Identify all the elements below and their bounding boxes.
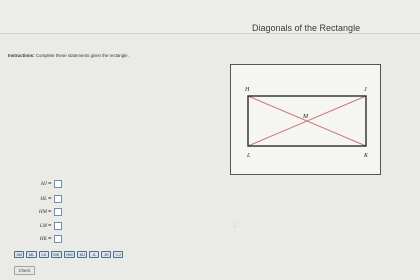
instructions-label: Instructions: [8,53,35,58]
answer-box-hl[interactable] [53,195,62,203]
statement-label: HM [38,209,47,215]
answer-box-hk[interactable] [53,235,62,243]
statement-label: LM [39,223,47,229]
choice-chip-jk[interactable]: JK [101,251,112,258]
answer-box-hj[interactable] [53,180,62,188]
choice-chip-mj[interactable]: MJ [77,251,88,258]
equals-sign: = [48,209,52,215]
instructions: Instructions: Complete these statements … [8,53,129,58]
equals-sign: = [48,223,52,229]
statement-row-hk: HK = [30,234,62,244]
statement-row-hj: HJ = [30,179,62,189]
choice-chip-jl[interactable]: JL [89,251,100,258]
statement-row-hl: HL = [30,194,62,204]
statement-label: HL [40,196,47,202]
text-cursor-icon: ⌶ [233,223,237,229]
choice-chip-ml[interactable]: ML [26,251,37,258]
check-button[interactable]: Check [14,266,35,275]
vertex-label-l: L [246,153,251,159]
page-title: Diagonals of the Rectangle [252,23,361,33]
vertex-label-j: J [364,87,367,93]
choice-chip-lk[interactable]: LK [38,251,49,258]
choice-chip-hm[interactable]: HM [63,251,76,258]
choice-chip-lj[interactable]: LJ [113,251,124,258]
equals-sign: = [48,196,52,202]
vertex-label-h: H [244,87,250,93]
rectangle-figure: H J L K M [230,64,381,175]
instructions-text: Complete these statements given the rect… [35,53,129,58]
statement-label: HK [39,236,47,242]
statement-row-hm: HM = [30,207,62,217]
equals-sign: = [48,181,52,187]
answer-box-lm[interactable] [53,222,62,230]
answer-choice-tray: JM ML LK MK HM MJ JL JK LJ [14,251,124,258]
equals-sign: = [48,236,52,242]
statement-row-lm: LM = [30,221,62,231]
choice-chip-mk[interactable]: MK [50,251,62,258]
statement-label: HJ [40,181,47,187]
answer-box-hm[interactable] [53,208,62,216]
vertex-label-m: M [302,114,309,120]
vertex-label-k: K [363,153,369,159]
rectangle-diagram: H J L K M [244,87,369,159]
title-bar: Diagonals of the Rectangle [0,0,420,34]
choice-chip-jm[interactable]: JM [14,251,25,258]
